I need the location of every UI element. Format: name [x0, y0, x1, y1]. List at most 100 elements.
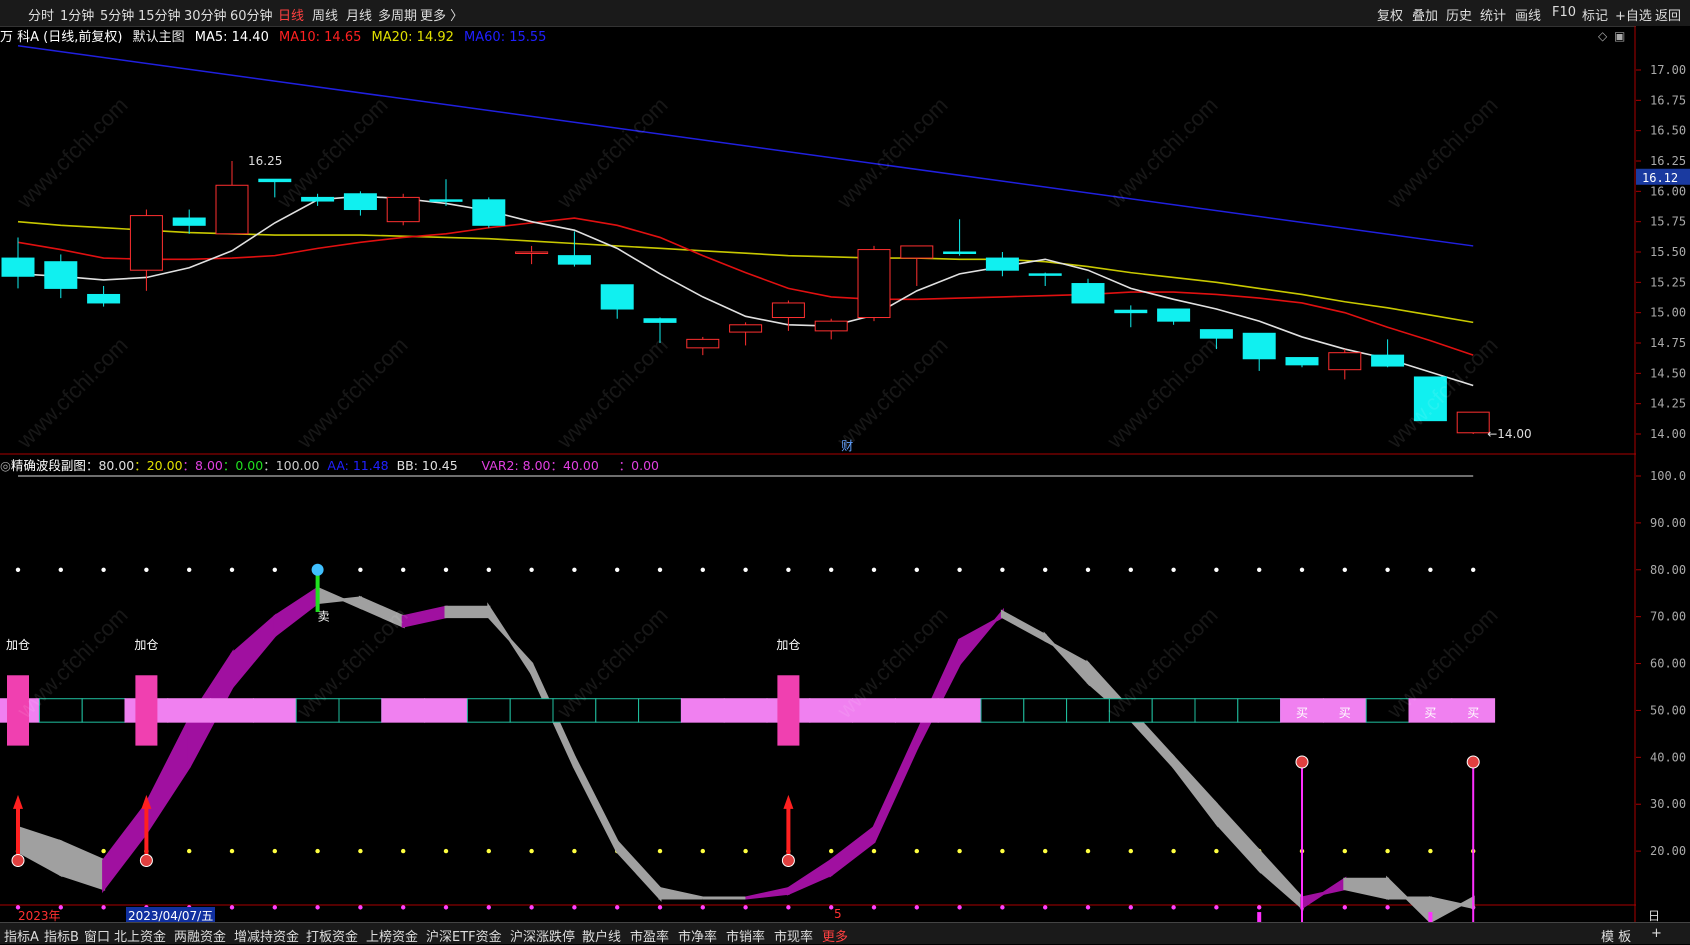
wave-ribbon-segment	[786, 857, 833, 896]
level-dot-80	[957, 567, 962, 572]
wave-ribbon-segment	[316, 586, 362, 610]
bottom-tab-13[interactable]: 市销率	[726, 926, 765, 945]
bottom-tab-10[interactable]: 散户线	[582, 926, 621, 945]
candle-body	[729, 324, 763, 333]
buy-arrow-head	[13, 794, 23, 809]
bottom-tab-15[interactable]: 更多	[822, 926, 848, 945]
level-dot-80	[743, 567, 748, 572]
bottom-tab-6[interactable]: 打板资金	[306, 926, 358, 945]
candle-body	[1413, 376, 1447, 422]
price-tick-label: 14.25	[1650, 397, 1686, 411]
level-dot-20	[1214, 848, 1219, 854]
band-cell	[894, 698, 939, 723]
wave-ribbon-segment	[16, 825, 63, 878]
price-tick-label: 15.25	[1650, 275, 1686, 289]
sub-tick-label: 60.00	[1650, 657, 1686, 671]
wave-ribbon-segment	[1257, 847, 1304, 911]
band-cell	[638, 698, 682, 723]
sub-tick-label: 30.00	[1650, 797, 1686, 811]
band-cell	[1108, 698, 1153, 723]
bottom-tab-12[interactable]: 市净率	[678, 926, 717, 945]
ma10-label: MA10: 14.65	[278, 30, 362, 45]
bottom-tab-14[interactable]: 市现率	[774, 926, 813, 945]
band-cell	[252, 698, 297, 723]
buy-label: 买	[1296, 706, 1308, 720]
add-position-block	[777, 675, 800, 746]
level-dot-20	[914, 848, 919, 854]
band-cell	[81, 698, 126, 723]
bottom-tab-11[interactable]: 市盈率	[630, 926, 669, 945]
bottom-tab-2[interactable]: 窗口	[84, 926, 110, 945]
stock-name[interactable]: 万 科A (日线,前复权)	[0, 30, 122, 45]
level-dot-20	[1428, 848, 1433, 854]
candle-body	[1456, 411, 1490, 434]
sub-tick-label: 80.00	[1650, 563, 1686, 577]
candle-body	[386, 196, 420, 223]
level-dot-80	[401, 567, 406, 572]
band-cell	[38, 698, 83, 723]
wave-ribbon-segment	[1343, 877, 1390, 900]
bottom-tab-0[interactable]: 指标A	[4, 926, 39, 945]
ma20-label: MA20: 14.92	[371, 30, 454, 45]
level-dot-20	[486, 848, 491, 854]
date-mid-label: 5	[834, 907, 842, 921]
high-price-label: 16.25	[248, 154, 282, 168]
level-dot-80	[1257, 567, 1262, 572]
wave-ribbon-segment	[401, 605, 448, 628]
buy-label: 买	[1424, 706, 1436, 720]
band-cell	[723, 698, 768, 723]
candle-body	[1114, 309, 1148, 314]
sub-param-7: VAR2: 8.00	[457, 458, 551, 473]
band-cell	[1365, 698, 1410, 723]
sub-param-0: ：80.00	[85, 458, 135, 473]
bottom-tab-9[interactable]: 沪深涨跌停	[510, 926, 575, 945]
sub-chart-header: ◎精确波段副图：80.00：20.00：8.00：0.00：100.00 AA:…	[0, 455, 1600, 473]
level-dot-20	[529, 848, 534, 854]
bottom-tab-4[interactable]: 两融资金	[174, 926, 226, 945]
sub-param-2: ：8.00	[182, 458, 223, 473]
level-dot-80	[572, 567, 577, 572]
bottom-tab-1[interactable]: 指标B	[44, 926, 79, 945]
level-dot-80	[486, 567, 491, 572]
level-dot-80	[144, 567, 149, 572]
candle-body	[814, 320, 848, 332]
level-dot-80	[272, 567, 277, 572]
candle-body	[1285, 357, 1319, 366]
ma60-label: MA60: 15.55	[464, 30, 547, 45]
level-dot-80	[1385, 567, 1390, 572]
band-cell	[852, 698, 896, 723]
price-tick-label: 14.75	[1650, 336, 1686, 350]
price-tick-label: 16.75	[1650, 93, 1686, 107]
bottom-tab-5[interactable]: 增减持资金	[234, 926, 299, 945]
band-cell	[295, 698, 340, 723]
level-dot-80	[1171, 567, 1176, 572]
band-cell	[937, 698, 982, 723]
main-chart-header: 万 科A (日线,前复权) 默认主图 MA5: 14.40 MA10: 14.6…	[0, 26, 1600, 45]
price-tick-label: 15.00	[1650, 306, 1686, 320]
level-dot-80	[358, 567, 363, 572]
bottom-tab-8[interactable]: 沪深ETF资金	[426, 926, 502, 945]
candle-body	[172, 217, 206, 226]
sub-param-3: ：0.00	[222, 458, 264, 473]
add-position-block	[7, 675, 29, 746]
sub-tick-label: 70.00	[1650, 610, 1686, 624]
bottom-right-0[interactable]: 模 板	[1601, 926, 1631, 945]
sub-chart-title[interactable]: 精确波段副图	[11, 458, 86, 473]
template-label[interactable]: 默认主图	[133, 30, 185, 45]
level-dot-20	[871, 848, 877, 854]
collapse-icon[interactable]: ◎	[0, 458, 11, 473]
bottom-tab-3[interactable]: 北上资金	[114, 926, 166, 945]
wave-ribbon-segment	[745, 886, 790, 900]
bottom-right-1[interactable]: +	[1651, 926, 1662, 941]
band-cell	[1066, 698, 1110, 723]
sub-param-5: AA: 11.48	[319, 458, 389, 473]
wave-ribbon-segment	[487, 602, 534, 678]
level-dot-20	[229, 848, 235, 854]
level-dot-80	[615, 567, 620, 572]
sub-tick-label: 100.0	[1650, 469, 1686, 483]
candle-body	[557, 255, 591, 265]
wave-ribbon-segment	[59, 839, 106, 891]
level-dot-20	[1085, 848, 1091, 854]
bottom-tab-7[interactable]: 上榜资金	[366, 926, 418, 945]
price-tick-label: 17.00	[1650, 63, 1686, 77]
